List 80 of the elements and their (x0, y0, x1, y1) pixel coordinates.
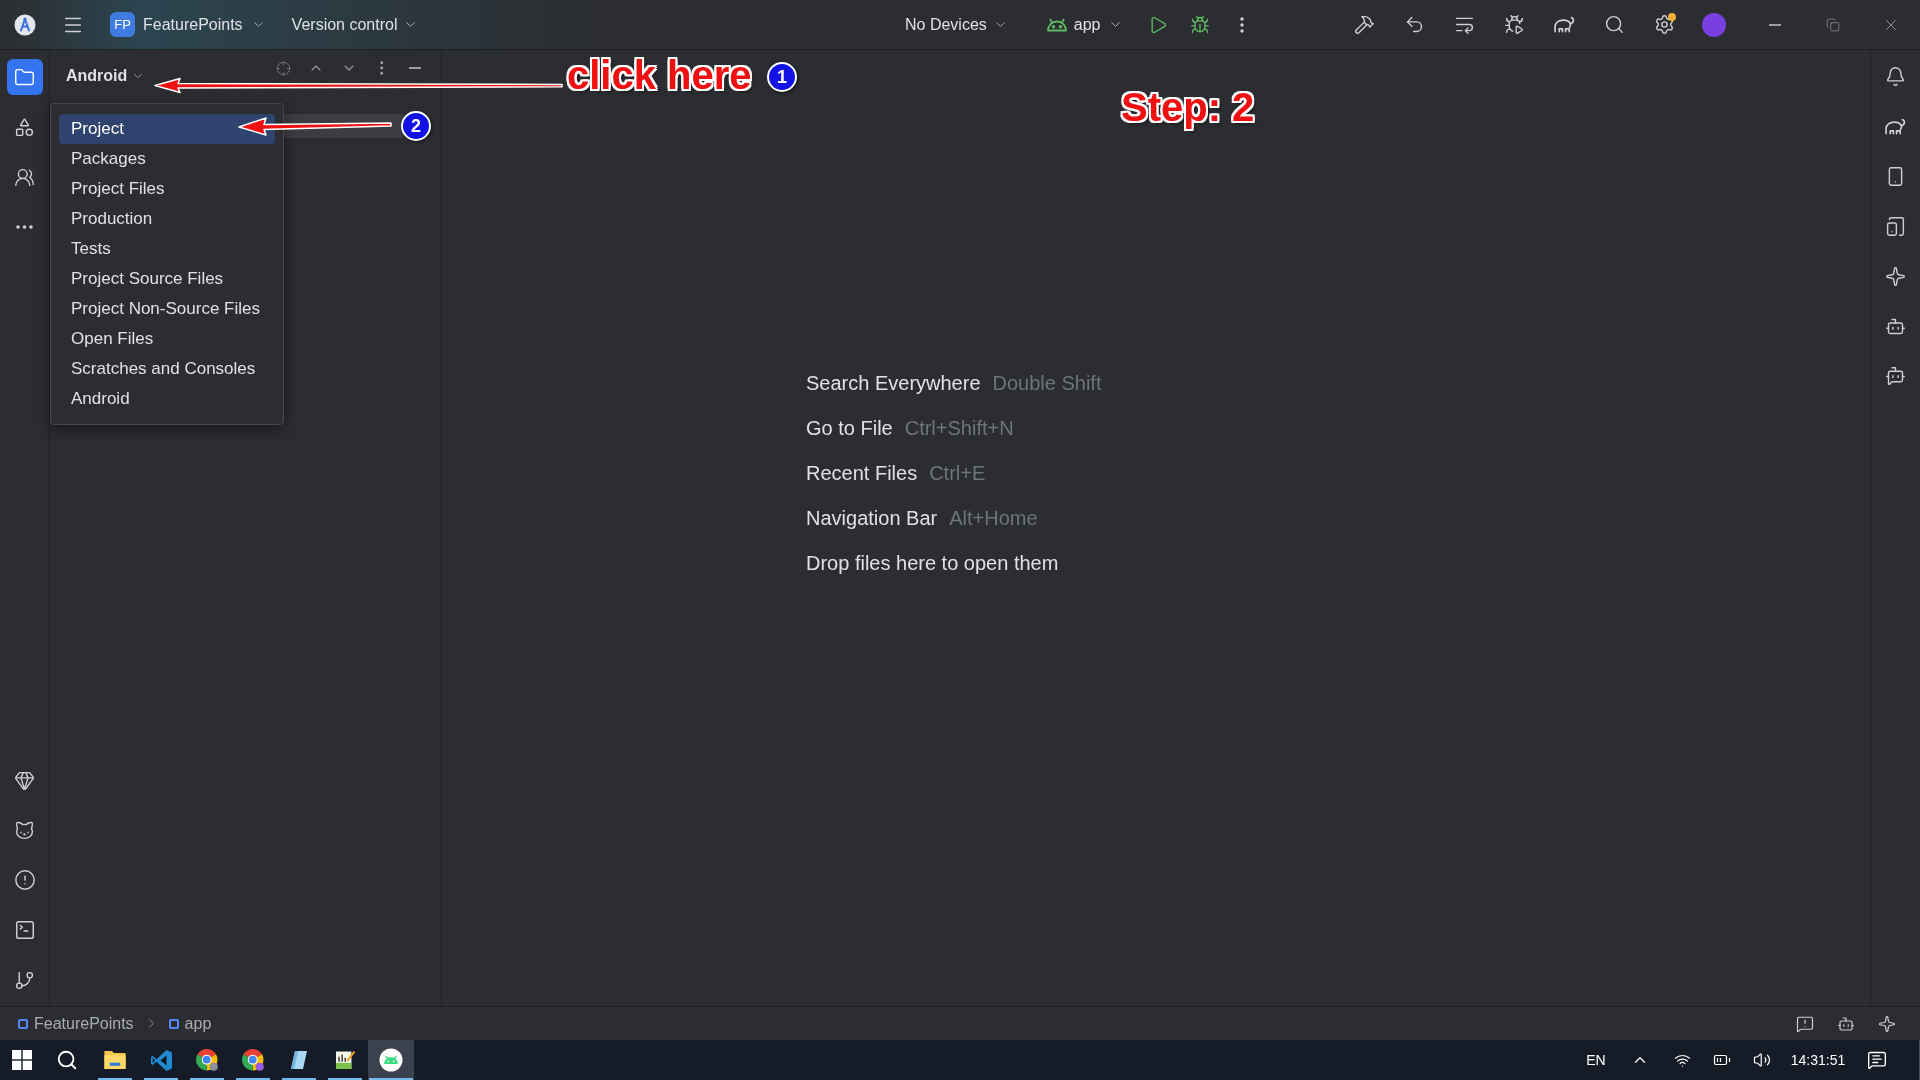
taskbar-app[interactable] (368, 1040, 414, 1080)
gem-icon (14, 769, 35, 791)
hint-action: Drop files here to open them (806, 550, 1059, 576)
minimize-icon (409, 67, 421, 69)
crosshair-icon (275, 60, 291, 76)
annotation-text: Step: 2 (1121, 87, 1255, 127)
language-indicator: EN (1585, 1050, 1607, 1070)
folder-button[interactable] (6, 59, 43, 95)
project-initials: FP (110, 12, 135, 37)
more-vertical-icon (1239, 16, 1244, 33)
hint-shortcut: Ctrl+E (929, 460, 986, 486)
browser-icon (242, 1049, 264, 1071)
step-number-badge: 1 (767, 62, 797, 92)
view-menu-item[interactable]: Open Files (59, 324, 275, 354)
bug-icon (1503, 14, 1525, 35)
robot-chat-icon (1885, 365, 1906, 387)
view-menu-item[interactable]: Project Source Files (59, 264, 275, 294)
avatar-icon (1702, 12, 1726, 37)
sparkle-icon (1878, 1014, 1896, 1033)
version-control-menu[interactable]: Version control (287, 7, 423, 42)
bell-icon (1885, 65, 1906, 87)
notepad-icon (291, 1051, 307, 1069)
volume-icon (1753, 1051, 1771, 1069)
search-icon (1603, 14, 1625, 35)
hint-action: Recent Files (806, 460, 918, 486)
chart-notepad-icon (335, 1051, 355, 1069)
elephant-icon (1553, 16, 1575, 33)
view-menu-item[interactable]: Project (59, 114, 275, 144)
more-horizontal-icon (16, 225, 33, 229)
view-menu-item[interactable]: Production (59, 204, 275, 234)
browser-icon (196, 1049, 218, 1071)
app-logo-icon (14, 13, 36, 36)
project-selector[interactable]: FP FeaturePoints (108, 7, 268, 42)
android-icon (1046, 17, 1067, 32)
module-icon (168, 1018, 179, 1029)
more-vertical-icon (380, 61, 384, 75)
run-configuration-selector[interactable]: app (1041, 7, 1128, 42)
hint-action: Search Everywhere (806, 370, 981, 396)
sparkle-icon (1885, 265, 1906, 287)
view-menu-item[interactable]: Tests (59, 234, 275, 264)
search-icon (56, 1049, 78, 1071)
view-menu-item[interactable]: Packages (59, 144, 275, 174)
folder-icon (14, 66, 35, 88)
devices-icon (1885, 215, 1906, 237)
cat-icon (14, 819, 35, 841)
hint-action: Go to File (806, 415, 893, 441)
code-editor-icon (150, 1049, 172, 1071)
view-menu-item[interactable]: Project Non-Source Files (59, 294, 275, 324)
git-branch-icon (14, 969, 35, 991)
people-icon (14, 166, 35, 188)
hint-shortcut: Ctrl+Shift+N (904, 415, 1014, 441)
view-menu-item[interactable]: Project Files (59, 174, 275, 204)
step-number-badge: 2 (401, 111, 431, 141)
shapes-icon (14, 116, 35, 138)
hint-shortcut: Double Shift (992, 370, 1102, 396)
hint-shortcut: Alt+Home (949, 505, 1038, 531)
message-alert-icon (1796, 1014, 1814, 1033)
hint-action: Navigation Bar (806, 505, 938, 531)
bug-icon (1189, 14, 1210, 35)
restore-icon (1826, 17, 1840, 32)
folder-icon (104, 1051, 126, 1069)
module-icon (18, 1018, 28, 1029)
robot-icon (1837, 1014, 1855, 1033)
terminal-icon (13, 919, 36, 941)
device-selector[interactable]: No Devices (895, 7, 1018, 42)
view-selector[interactable]: Android (66, 64, 146, 88)
android-icon (379, 1048, 403, 1072)
annotation-text: click here (567, 55, 752, 95)
settings-icon (1653, 14, 1675, 35)
windows-logo-icon (12, 1050, 32, 1070)
minimize-icon (1769, 23, 1781, 26)
elephant-icon (1885, 117, 1906, 135)
breadcrumb-item[interactable]: app (166, 1011, 214, 1036)
view-menu-item[interactable]: Android (59, 384, 275, 414)
view-menu-item[interactable]: Scratches and Consoles (59, 354, 275, 384)
breadcrumb-item[interactable]: FeaturePoints (16, 1011, 136, 1036)
hammer-icon (1353, 14, 1375, 35)
clock[interactable]: 14:31:51 (1782, 1040, 1854, 1080)
message-icon (1867, 1050, 1887, 1070)
alert-circle-icon (13, 869, 36, 891)
